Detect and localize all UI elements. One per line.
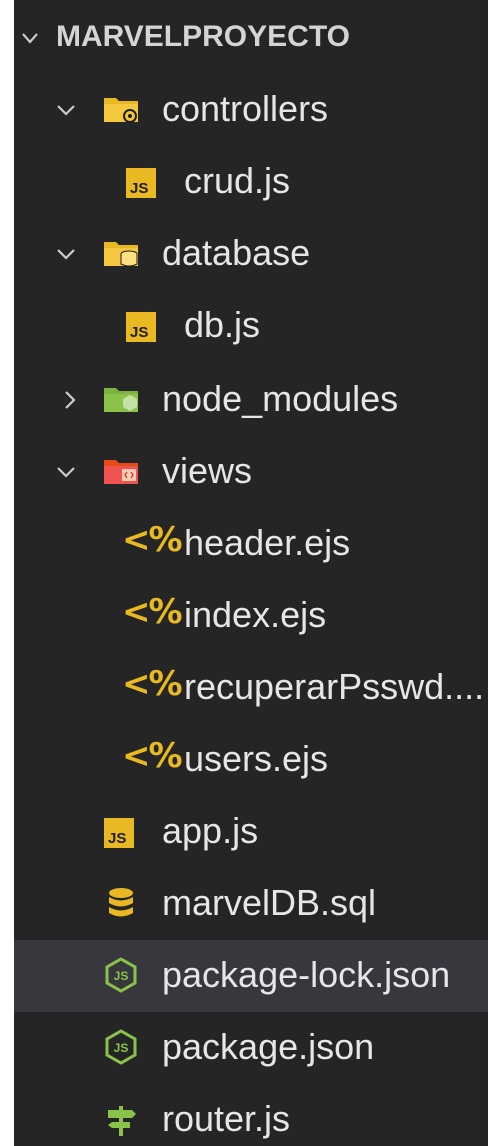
tree-item-views[interactable]: views — [14, 436, 488, 508]
router-icon — [108, 1106, 136, 1136]
tree-item-label: router.js — [162, 1098, 291, 1139]
project-title: MARVELPROYECTO — [56, 20, 350, 53]
tree-item-label: views — [162, 450, 253, 491]
folder-controllers-icon — [104, 98, 138, 123]
tree-item-label: database — [162, 232, 311, 273]
tree-item-label: index.ejs — [184, 594, 327, 635]
tree-item-node-modules[interactable]: node_modules — [14, 364, 488, 436]
tree-item-recuperar-psswd[interactable]: <% recuperarPsswd.... — [14, 652, 488, 724]
svg-text:JS: JS — [114, 969, 129, 983]
nodejs-icon: JS — [105, 957, 137, 993]
tree-item-label: recuperarPsswd.... — [184, 666, 484, 707]
folder-database-icon — [104, 242, 138, 267]
tree-item-app-js[interactable]: JS app.js — [14, 796, 488, 868]
tree-item-label: package.json — [162, 1026, 375, 1067]
ejs-file-icon: <% — [122, 736, 183, 776]
tree-item-crud-js[interactable]: JS crud.js — [14, 146, 488, 218]
explorer-section-header[interactable]: MARVELPROYECTO — [14, 0, 488, 72]
tree-item-label: controllers — [162, 88, 329, 129]
chevron-down-icon[interactable] — [54, 98, 78, 122]
js-file-icon: JS — [104, 818, 134, 848]
tree-item-index-ejs[interactable]: <% index.ejs — [14, 580, 488, 652]
tree-item-users-ejs[interactable]: <% users.ejs — [14, 724, 488, 796]
ejs-file-icon: <% — [122, 592, 183, 632]
tree-item-label: header.ejs — [184, 522, 351, 563]
svg-text:JS: JS — [114, 1041, 129, 1055]
tree-item-label: crud.js — [184, 160, 291, 201]
database-icon — [109, 888, 133, 917]
tree-item-label: marvelDB.sql — [162, 882, 377, 923]
tree-item-database[interactable]: database — [14, 218, 488, 290]
tree-item-controllers[interactable]: controllers — [14, 74, 488, 146]
ejs-file-icon: <% — [122, 520, 183, 560]
folder-views-icon — [104, 460, 138, 484]
chevron-right-icon[interactable] — [58, 388, 82, 412]
chevron-down-icon[interactable] — [54, 460, 78, 484]
ejs-file-icon: <% — [122, 664, 183, 704]
tree-item-label: db.js — [184, 304, 261, 345]
tree-item-router-js[interactable]: router.js — [14, 1084, 488, 1146]
tree-item-db-js[interactable]: JS db.js — [14, 290, 488, 362]
tree-item-label: package-lock.json — [162, 954, 451, 995]
tree-item-marveldb-sql[interactable]: marvelDB.sql — [14, 868, 488, 940]
folder-node-icon — [104, 388, 138, 412]
tree-item-package-lock-json[interactable]: JS package-lock.json — [14, 940, 488, 1012]
tree-item-header-ejs[interactable]: <% header.ejs — [14, 508, 488, 580]
tree-item-label: app.js — [162, 810, 259, 851]
file-explorer: MARVELPROYECTO controllers JS crud.js da… — [14, 0, 488, 1146]
tree-item-package-json[interactable]: JS package.json — [14, 1012, 488, 1084]
tree-item-label: node_modules — [162, 378, 399, 419]
nodejs-icon: JS — [105, 1029, 137, 1065]
js-file-icon: JS — [126, 312, 156, 342]
tree-item-label: users.ejs — [184, 738, 329, 779]
js-file-icon: JS — [126, 168, 156, 198]
chevron-down-icon[interactable] — [54, 242, 78, 266]
chevron-down-icon[interactable] — [20, 28, 40, 48]
